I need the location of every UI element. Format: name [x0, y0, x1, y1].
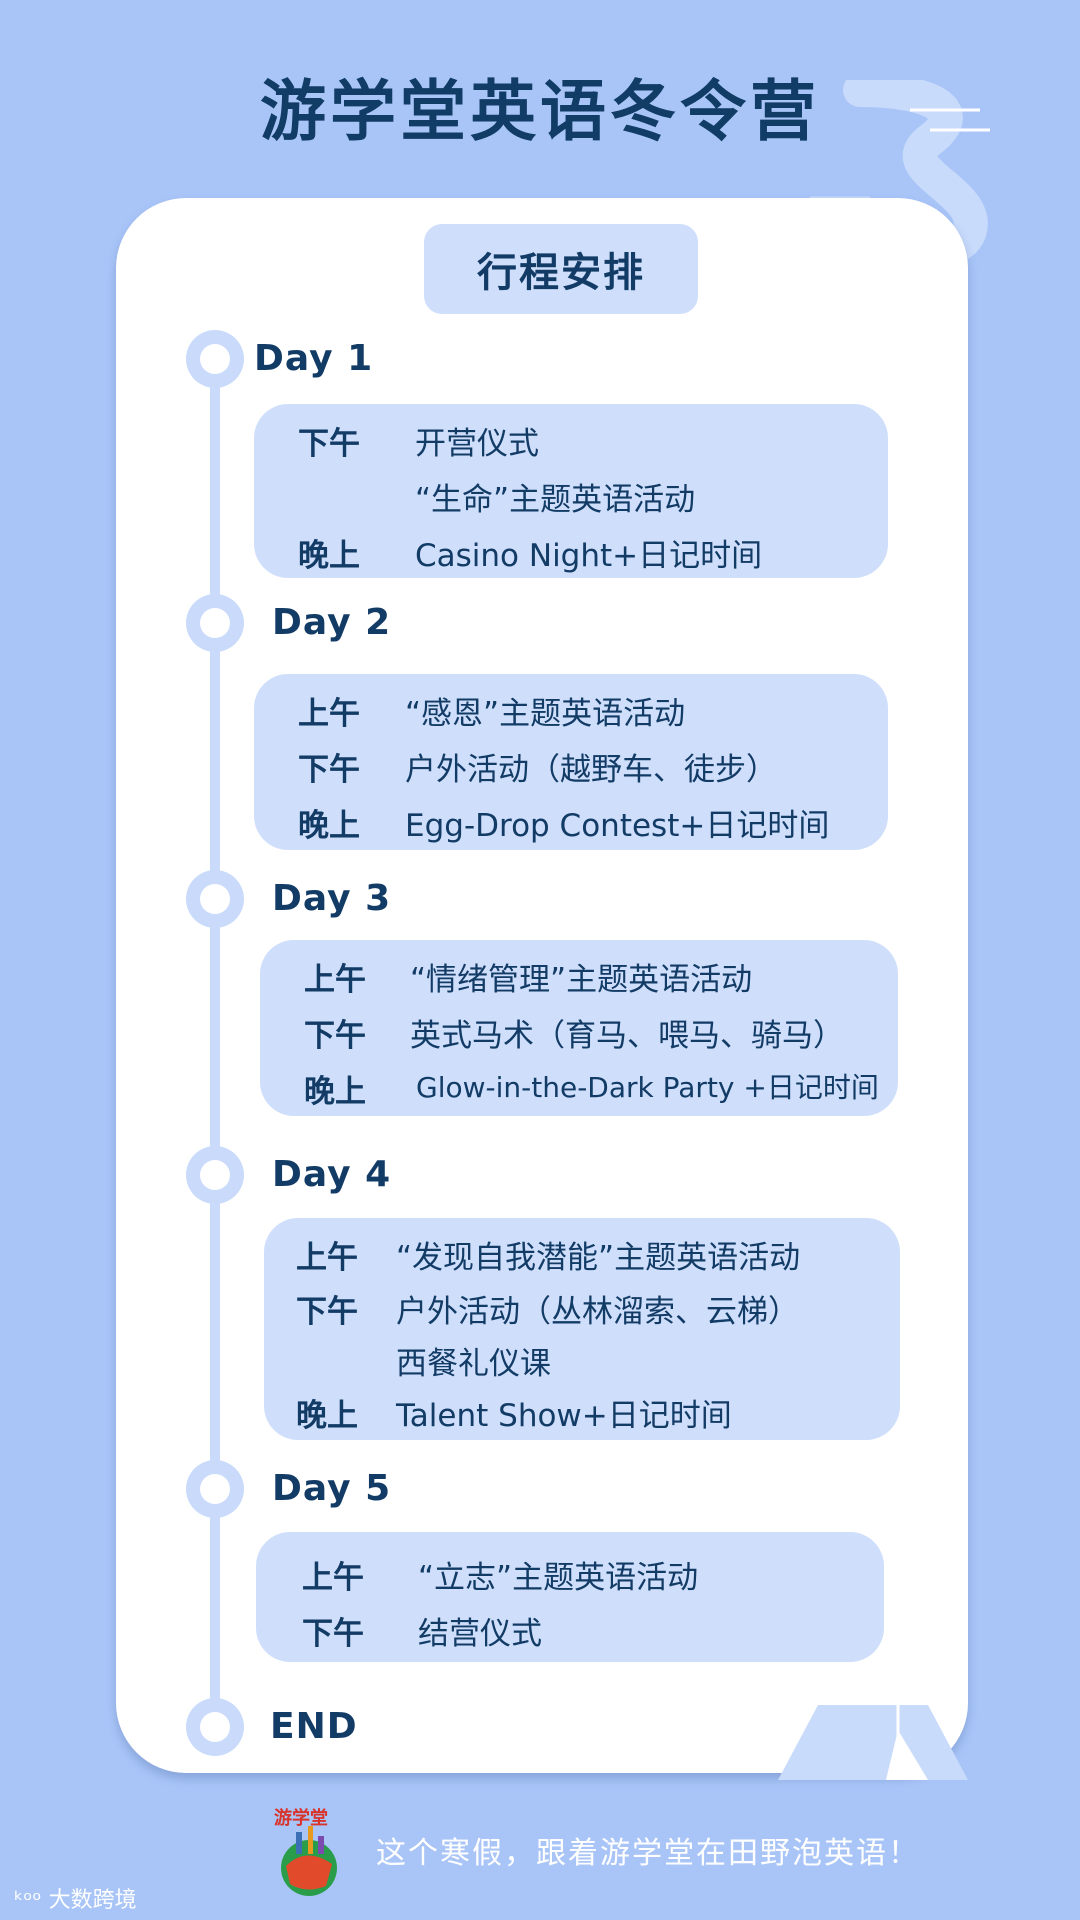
day-5-row-2-activity: 结营仪式 — [418, 1616, 542, 1652]
day-2-row-1-activity: “感恩”主题英语活动 — [405, 696, 686, 732]
timeline-node-day-1 — [186, 330, 244, 388]
day-1-row-3-time: 晚上 — [298, 538, 360, 574]
day-4-row-4-activity: Talent Show+日记时间 — [396, 1398, 732, 1434]
timeline-node-day-2 — [186, 594, 244, 652]
timeline-node-day-3 — [186, 870, 244, 928]
day-5-label: Day 5 — [272, 1468, 392, 1509]
day-4-label: Day 4 — [272, 1154, 392, 1195]
day-3-row-1-activity: “情绪管理”主题英语活动 — [410, 962, 753, 998]
end-label: END — [270, 1706, 358, 1747]
day-1-row-3-activity: Casino Night+日记时间 — [415, 538, 763, 574]
day-5-row-2-time: 下午 — [302, 1616, 364, 1652]
timeline-line — [210, 358, 220, 1728]
watermark: ᵏᵒᵒ 大数跨境 — [14, 1882, 137, 1914]
day-2-row-3-activity: Egg-Drop Contest+日记时间 — [405, 808, 830, 844]
footer-slogan: 这个寒假，跟着游学堂在田野泡英语！ — [376, 1836, 920, 1871]
watermark-text: 大数跨境 — [48, 1888, 137, 1913]
day-2-row-2-time: 下午 — [298, 752, 360, 788]
day-1-label: Day 1 — [254, 338, 374, 379]
timeline-node-day-4 — [186, 1146, 244, 1204]
watermark-icon: ᵏᵒᵒ — [14, 1888, 49, 1913]
svg-text:游学堂: 游学堂 — [274, 1807, 328, 1829]
day-2-row-1-time: 上午 — [298, 696, 360, 732]
youxuetang-logo: 游学堂 — [274, 1807, 337, 1896]
day-2-row-3-time: 晚上 — [298, 808, 360, 844]
day-1-row-2-activity: “生命”主题英语活动 — [415, 482, 696, 518]
day-5-row-1-activity: “立志”主题英语活动 — [418, 1560, 699, 1596]
day-1-row-1-time: 下午 — [298, 426, 360, 462]
day-3-row-3-time: 晚上 — [304, 1074, 366, 1110]
day-4-row-2-activity: 户外活动（丛林溜索、云梯） — [396, 1294, 799, 1330]
day-1-row-1-activity: 开营仪式 — [415, 426, 539, 462]
tent-decoration — [778, 1705, 968, 1780]
day-3-row-1-time: 上午 — [304, 962, 366, 998]
day-3-row-2-time: 下午 — [304, 1018, 366, 1054]
day-4-row-1-time: 上午 — [296, 1240, 358, 1276]
day-4-row-2-time: 下午 — [296, 1294, 358, 1330]
day-3-row-2-activity: 英式马术（育马、喂马、骑马） — [410, 1018, 844, 1054]
day-4-row-4-time: 晚上 — [296, 1398, 358, 1434]
day-3-label: Day 3 — [272, 878, 392, 919]
day-3-row-3-activity: Glow-in-the-Dark Party +日记时间 — [416, 1071, 879, 1104]
day-2-label: Day 2 — [272, 602, 392, 643]
day-4-row-3-activity: 西餐礼仪课 — [396, 1346, 551, 1382]
day-4-row-1-activity: “发现自我潜能”主题英语活动 — [396, 1240, 801, 1276]
day-2-row-2-activity: 户外活动（越野车、徒步） — [405, 752, 777, 788]
schedule-header: 行程安排 — [424, 224, 698, 314]
day-5-row-1-time: 上午 — [302, 1560, 364, 1596]
timeline-node-end — [186, 1698, 244, 1756]
timeline-node-day-5 — [186, 1460, 244, 1518]
